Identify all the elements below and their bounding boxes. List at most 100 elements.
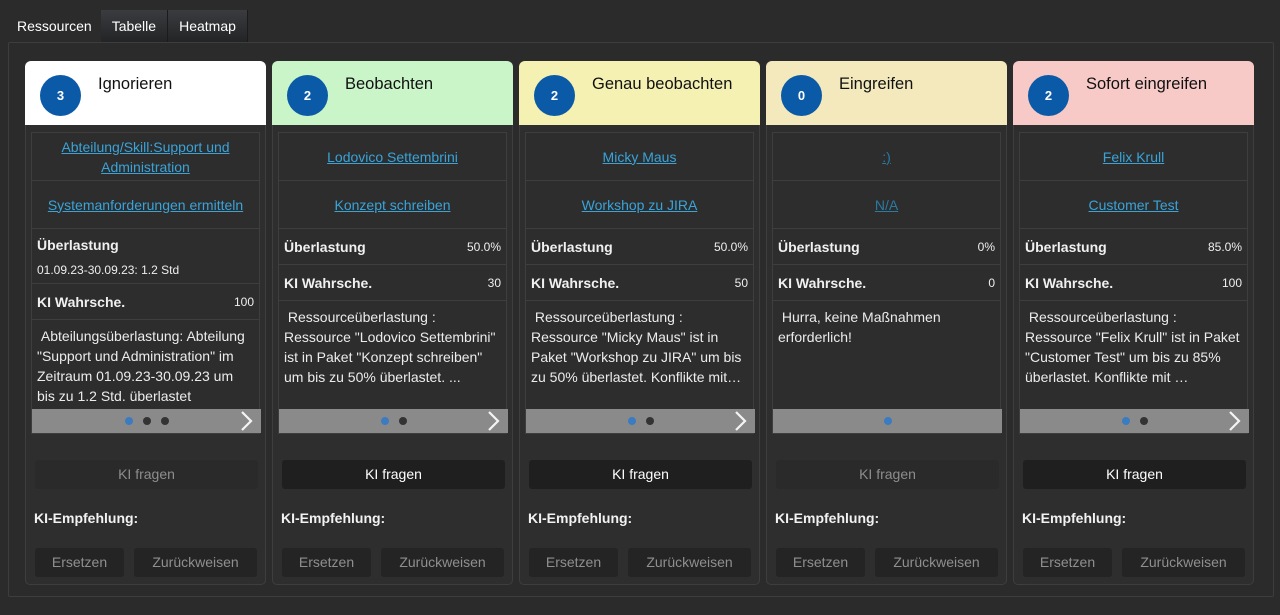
pager-dot[interactable] (142, 417, 151, 425)
reject-button[interactable]: Zurückweisen (381, 548, 504, 577)
status-column-3: 2 Genau beobachten Micky Maus Workshop z… (519, 61, 760, 585)
ai-probability-row: KI Wahrsche. 100 (1020, 265, 1247, 301)
count-badge: 2 (287, 75, 328, 116)
column-header: 3 Ignorieren (25, 61, 266, 125)
package-link[interactable]: Konzept schreiben (335, 195, 451, 215)
ai-probability-label: KI Wahrsche. (284, 274, 373, 291)
conflict-card: :) N/A Überlastung 0% KI Wahrsche. 0 Hur… (772, 132, 1002, 434)
ai-recommendation-label: KI-Empfehlung: (34, 510, 139, 526)
ai-probability-row: KI Wahrsche. 30 (279, 265, 506, 301)
chevron-right-icon[interactable] (486, 410, 500, 432)
package-row: N/A (773, 181, 1000, 229)
conflict-description: Hurra, keine Maßnahmen erforderlich! (778, 309, 941, 345)
replace-button[interactable]: Ersetzen (529, 548, 618, 577)
overload-row: Überlastung 85.0% (1020, 229, 1247, 265)
status-column-5: 2 Sofort eingreifen Felix Krull Customer… (1013, 61, 1254, 585)
reject-button[interactable]: Zurückweisen (1122, 548, 1245, 577)
pager-dot[interactable] (380, 417, 389, 425)
pager-dots (279, 417, 508, 425)
pager-dot[interactable] (645, 417, 654, 425)
pager-dot[interactable] (883, 417, 892, 425)
package-row: Konzept schreiben (279, 181, 506, 229)
package-link[interactable]: Customer Test (1089, 195, 1179, 215)
ai-recommendation-label: KI-Empfehlung: (281, 510, 386, 526)
overload-value: 0% (977, 239, 995, 254)
card-pager (526, 409, 755, 433)
replace-button[interactable]: Ersetzen (35, 548, 124, 577)
pager-dots (32, 417, 261, 425)
card-pager (279, 409, 508, 433)
resource-link[interactable]: Lodovico Settembrini (327, 147, 458, 167)
ai-recommendation-label: KI-Empfehlung: (1022, 510, 1127, 526)
overload-row: Überlastung 0% (773, 229, 1000, 265)
chevron-right-icon[interactable] (1227, 410, 1241, 432)
conflict-description: Ressourceüberlastung : Ressource "Felix … (1025, 309, 1240, 385)
package-link[interactable]: N/A (875, 195, 898, 215)
ai-probability-row: KI Wahrsche. 50 (526, 265, 753, 301)
status-column-2: 2 Beobachten Lodovico Settembrini Konzep… (272, 61, 513, 585)
package-link[interactable]: Systemanforderungen ermitteln (48, 195, 243, 215)
pager-dot[interactable] (160, 417, 169, 425)
pager-dot[interactable] (398, 417, 407, 425)
ask-ai-button[interactable]: KI fragen (1023, 460, 1246, 489)
conflict-card: Felix Krull Customer Test Überlastung 85… (1019, 132, 1249, 434)
overload-row: Überlastung 50.0% (279, 229, 506, 265)
ai-recommendation-label: KI-Empfehlung: (775, 510, 880, 526)
resource-row: Micky Maus (526, 133, 753, 181)
count-badge: 2 (534, 75, 575, 116)
resource-row: Felix Krull (1020, 133, 1247, 181)
resource-row: Abteilung/Skill:Support und Administrati… (32, 133, 259, 181)
pager-dot[interactable] (124, 417, 133, 425)
overload-row: Überlastung 01.09.23-30.09.23: 1.2 Std (32, 229, 259, 284)
ai-probability-value: 0 (988, 275, 995, 290)
overload-label: Überlastung (1025, 238, 1107, 255)
ask-ai-button[interactable]: KI fragen (776, 460, 999, 489)
package-link[interactable]: Workshop zu JIRA (582, 195, 698, 215)
pager-dot[interactable] (627, 417, 636, 425)
overload-value: 50.0% (466, 239, 501, 254)
resource-link[interactable]: :) (882, 147, 891, 167)
pager-dots (1020, 417, 1249, 425)
count-badge: 3 (40, 75, 81, 116)
tab-heatmap[interactable]: Heatmap (168, 10, 248, 42)
overload-label: Überlastung (37, 237, 119, 253)
column-title: Ignorieren (98, 75, 173, 93)
ai-recommendation-label: KI-Empfehlung: (528, 510, 633, 526)
tab-tabelle[interactable]: Tabelle (100, 10, 169, 42)
card-pager (32, 409, 261, 433)
replace-button[interactable]: Ersetzen (282, 548, 371, 577)
column-header: 2 Sofort eingreifen (1013, 61, 1254, 125)
pager-dot[interactable] (1139, 417, 1148, 425)
column-title: Eingreifen (839, 75, 914, 93)
column-header: 2 Beobachten (272, 61, 513, 125)
package-row: Workshop zu JIRA (526, 181, 753, 229)
column-title: Beobachten (345, 75, 434, 93)
reject-button[interactable]: Zurückweisen (628, 548, 751, 577)
resource-link[interactable]: Micky Maus (603, 147, 677, 167)
resource-link[interactable]: Abteilung/Skill:Support und Administrati… (40, 137, 251, 177)
pager-dot[interactable] (1121, 417, 1130, 425)
ai-probability-label: KI Wahrsche. (778, 274, 867, 291)
column-title: Sofort eingreifen (1086, 75, 1208, 93)
ai-probability-value: 30 (487, 275, 501, 290)
reject-button[interactable]: Zurückweisen (134, 548, 257, 577)
card-pager (1020, 409, 1249, 433)
chevron-right-icon[interactable] (733, 410, 747, 432)
ai-probability-row: KI Wahrsche. 100 (32, 284, 259, 320)
reject-button[interactable]: Zurückweisen (875, 548, 998, 577)
resource-link[interactable]: Felix Krull (1103, 147, 1164, 167)
kanban-board: 3 Ignorieren Abteilung/Skill:Support und… (8, 42, 1274, 597)
ai-probability-value: 100 (1221, 275, 1242, 290)
conflict-description: Ressourceüberlastung : Ressource "Lodovi… (284, 309, 496, 385)
ask-ai-button[interactable]: KI fragen (35, 460, 258, 489)
chevron-right-icon[interactable] (239, 410, 253, 432)
ask-ai-button[interactable]: KI fragen (282, 460, 505, 489)
conflict-description: Abteilungsüberlastung: Abteilung "Suppor… (37, 328, 245, 404)
replace-button[interactable]: Ersetzen (776, 548, 865, 577)
ask-ai-button[interactable]: KI fragen (529, 460, 752, 489)
tab-ressourcen[interactable]: Ressourcen (8, 10, 101, 42)
column-header: 2 Genau beobachten (519, 61, 760, 125)
ai-probability-label: KI Wahrsche. (1025, 274, 1114, 291)
conflict-description: Ressourceüberlastung : Ressource "Micky … (531, 309, 742, 385)
replace-button[interactable]: Ersetzen (1023, 548, 1112, 577)
